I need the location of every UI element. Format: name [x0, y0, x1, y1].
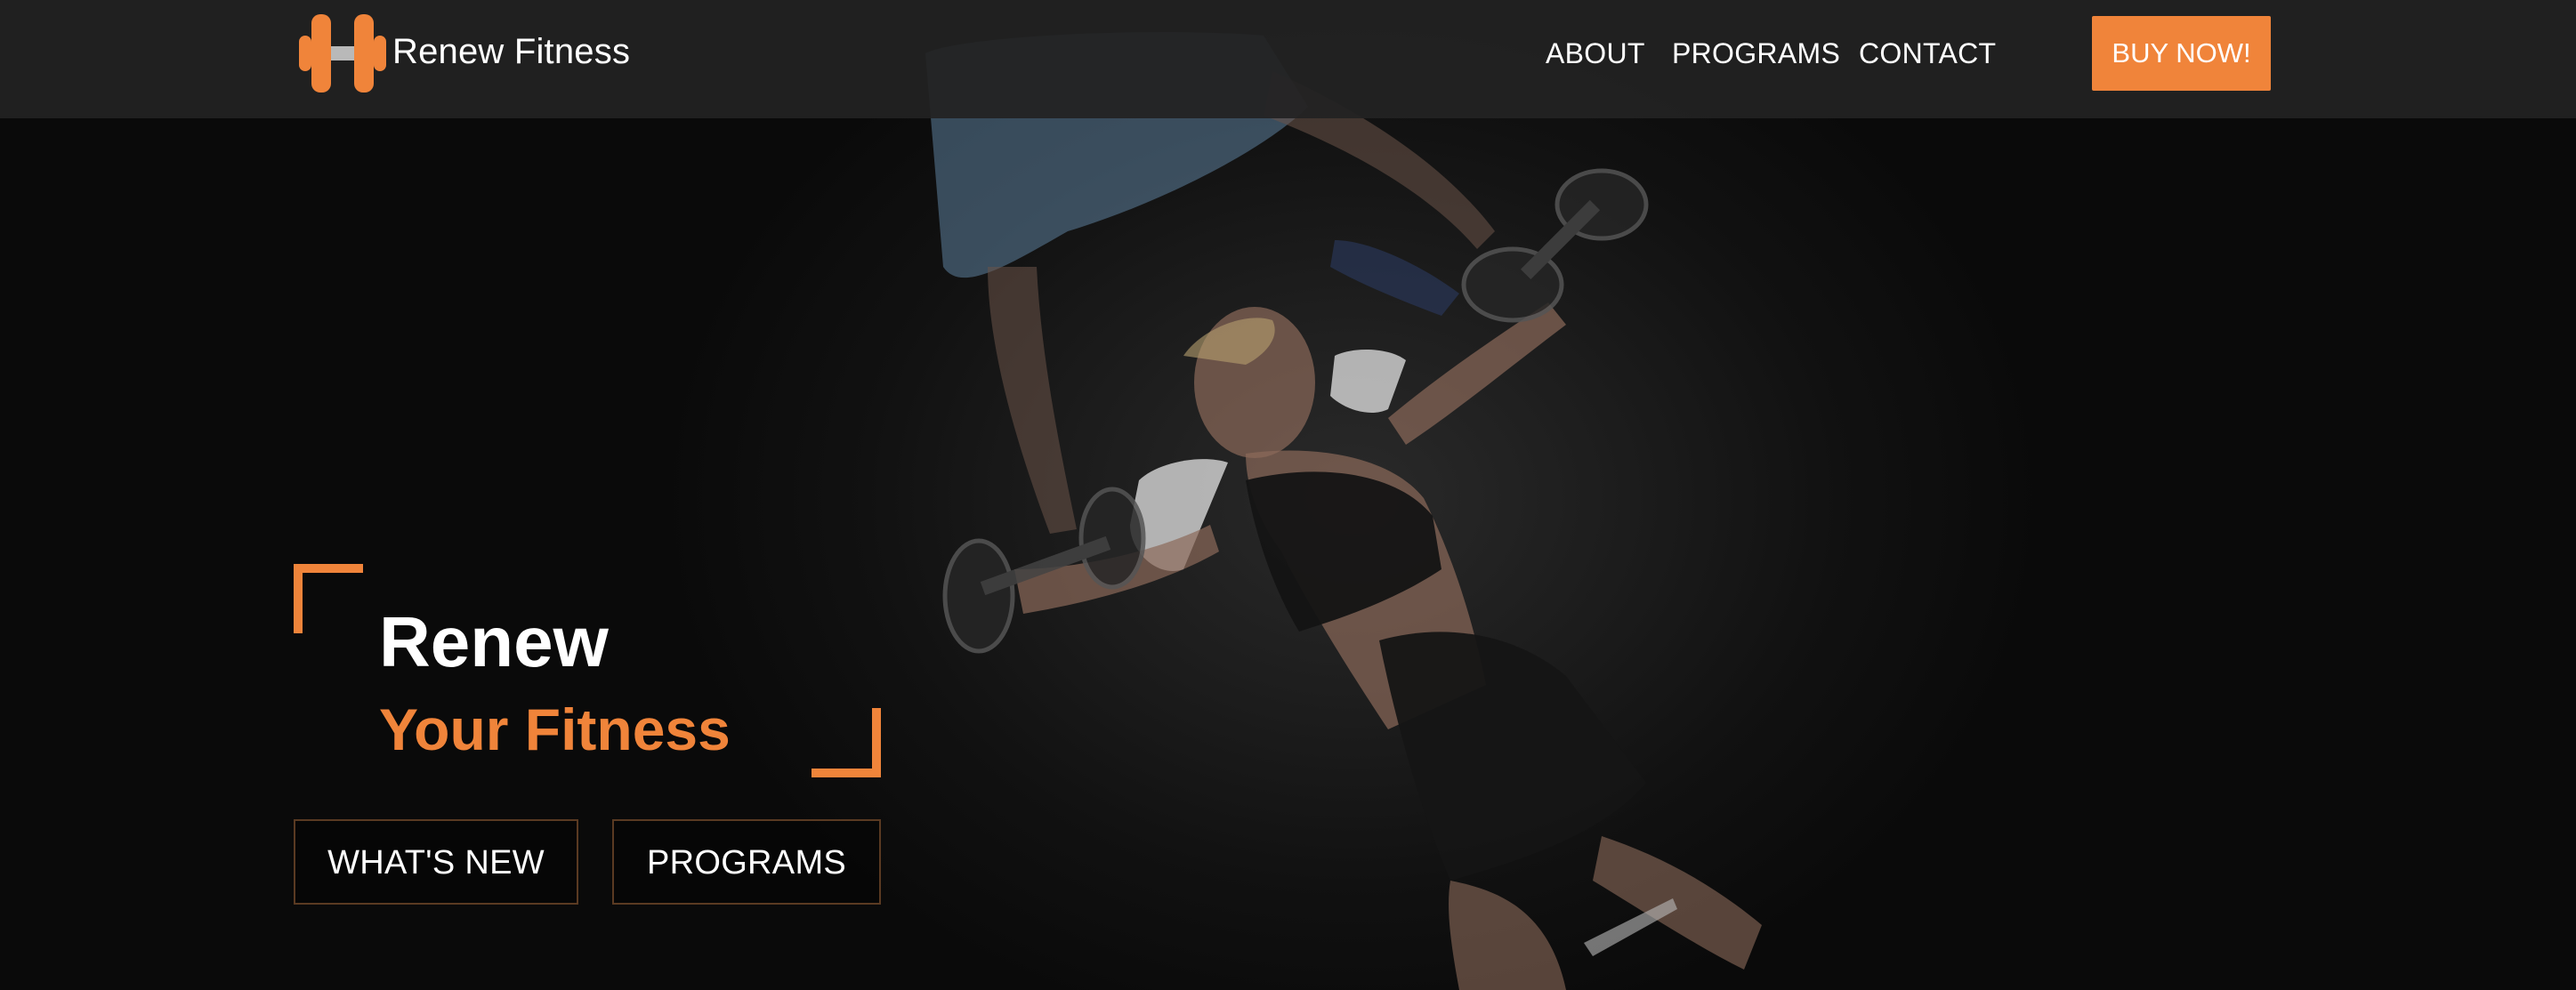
corner-bracket-bottom-right — [812, 708, 881, 777]
top-navbar: Renew Fitness ABOUT PROGRAMS CONTACT BUY… — [0, 0, 2576, 118]
corner-bracket-top-left — [294, 564, 363, 633]
brand-name[interactable]: Renew Fitness — [392, 25, 630, 78]
buy-now-button[interactable]: BUY NOW! — [2092, 16, 2271, 91]
whats-new-button[interactable]: WHAT'S NEW — [294, 819, 578, 905]
nav-programs-link[interactable]: PROGRAMS — [1672, 30, 1840, 76]
hero-title: Renew — [379, 602, 609, 681]
nav-about-link[interactable]: ABOUT — [1546, 30, 1645, 76]
dumbbell-icon[interactable] — [294, 9, 392, 98]
programs-button[interactable]: PROGRAMS — [612, 819, 881, 905]
nav-contact-link[interactable]: CONTACT — [1859, 30, 1996, 76]
hero-subtitle: Your Fitness — [379, 696, 731, 762]
